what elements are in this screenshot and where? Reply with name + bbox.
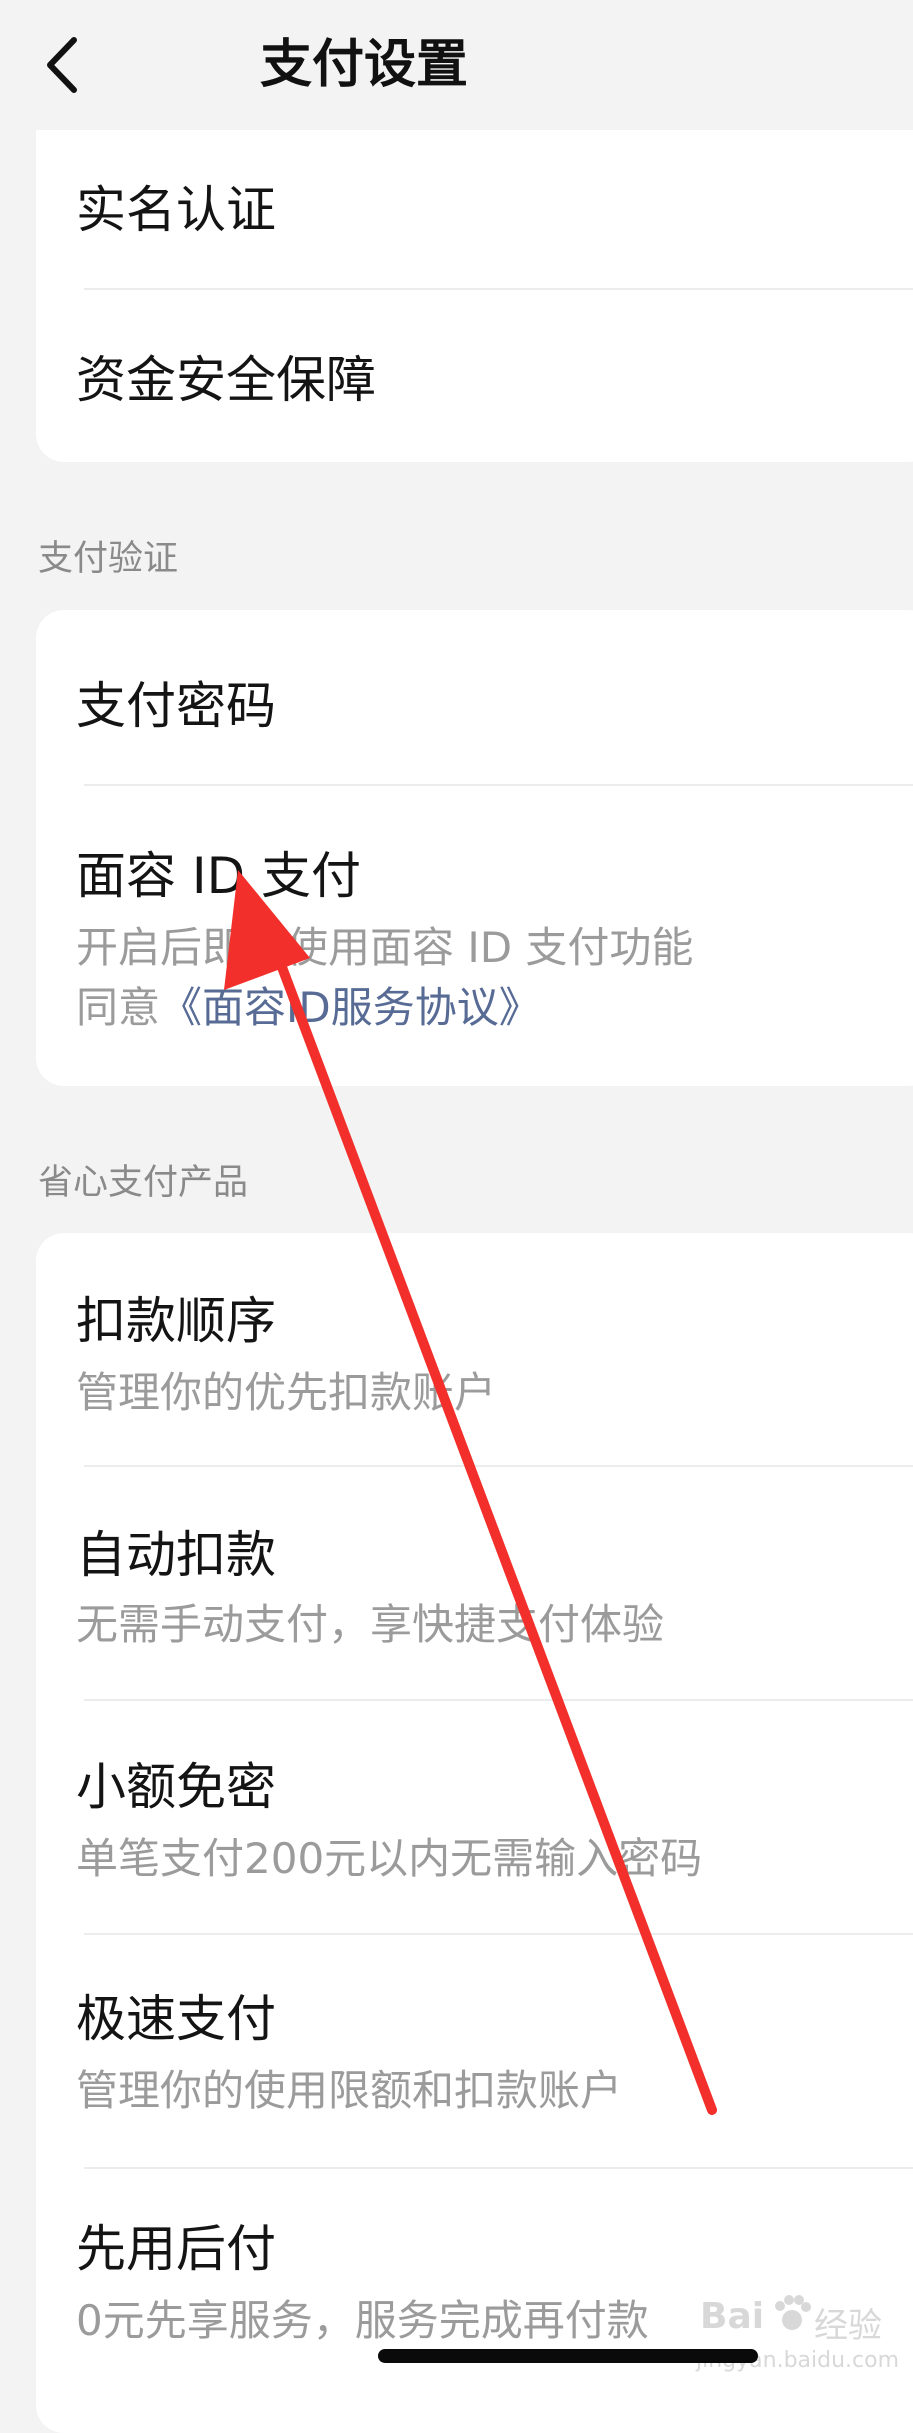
list-item-label: 先用后付 [76,2220,276,2278]
home-indicator [378,2349,758,2363]
baidu-jingyan-watermark: Bai 经验 jingyan.baidu.com [690,2288,899,2388]
list-item-label: 扣款顺序 [76,1292,276,1350]
watermark-brand-suffix: 经验 [814,2306,882,2346]
watermark-brand: Bai [700,2296,765,2337]
list-item-label: 实名认证 [76,181,276,239]
agreement-line: 同意《面容ID服务协议》 [76,974,541,1035]
section-title-smart-payment: 省心支付产品 [38,1163,249,1203]
smart-payment-card: 扣款顺序 管理你的优先扣款账户 自动扣款 无需手动支付，享快捷支付体验 小额免密… [36,1233,913,2433]
list-item-description: 单笔支付200元以内无需输入密码 [76,1834,703,1883]
account-card: 实名认证 资金安全保障 [36,130,913,462]
list-item-label: 资金安全保障 [76,351,376,409]
list-item-description: 管理你的优先扣款账户 [76,1368,497,1417]
list-item-express-payment[interactable]: 极速支付 管理你的使用限额和扣款账户 [36,1935,913,2168]
payment-verification-card: 支付密码 面容 ID 支付 开启后即可使用面容 ID 支付功能 同意《面容ID服… [36,610,913,1086]
list-item-small-amount-password-free[interactable]: 小额免密 单笔支付200元以内无需输入密码 [36,1701,913,1934]
agreement-prefix: 同意 [76,983,161,1032]
list-item-fund-security[interactable]: 资金安全保障 [36,290,913,462]
list-item-label: 极速支付 [76,1990,276,2048]
page-title: 支付设置 [260,35,469,95]
list-item-auto-deduction[interactable]: 自动扣款 无需手动支付，享快捷支付体验 [36,1467,913,1700]
list-item-real-name[interactable]: 实名认证 [36,130,913,290]
list-item-deduction-order[interactable]: 扣款顺序 管理你的优先扣款账户 [36,1233,913,1466]
section-title-payment-verification: 支付验证 [38,539,179,579]
list-item-description: 开启后即可使用面容 ID 支付功能 [76,923,694,972]
list-item-face-id-payment[interactable]: 面容 ID 支付 开启后即可使用面容 ID 支付功能 同意《面容ID服务协议》 [36,786,913,1086]
list-item-payment-password[interactable]: 支付密码 [36,610,913,785]
face-id-agreement-link[interactable]: 《面容ID服务协议》 [160,983,541,1032]
list-item-description: 无需手动支付，享快捷支付体验 [76,1600,665,1649]
list-item-label: 支付密码 [76,677,276,735]
list-item-label: 面容 ID 支付 [76,847,362,905]
list-item-description: 管理你的使用限额和扣款账户 [76,2066,623,2115]
navigation-bar: 支付设置 [0,0,913,130]
list-item-description: 0元先享服务，服务完成再付款 [76,2296,649,2345]
list-item-label: 小额免密 [76,1758,276,1816]
list-item-label: 自动扣款 [76,1526,276,1584]
paw-icon [775,2295,811,2330]
